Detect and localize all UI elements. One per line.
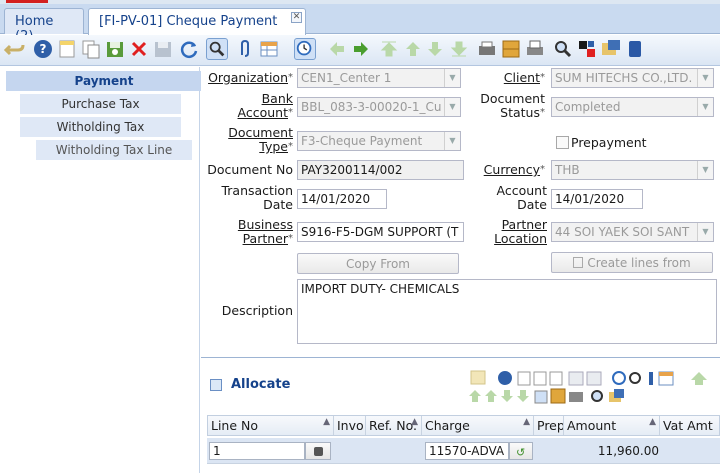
line-no-input[interactable]: 1 (209, 442, 305, 460)
account-date-field[interactable]: 14/01/2020 (551, 189, 643, 209)
tab-cheque-payment[interactable]: [FI-PV-01] Cheque Payment ✕ (88, 8, 306, 35)
document-status-field[interactable]: Completed ▼ (551, 97, 714, 117)
document-type-field[interactable]: F3-Cheque Payment ▼ (297, 131, 461, 151)
transaction-date-field[interactable]: 14/01/2020 (297, 189, 387, 209)
column-header-line-no[interactable]: Line No ▲ (208, 416, 334, 435)
organization-label: Organization* (208, 70, 293, 85)
help-icon[interactable]: ? (32, 38, 54, 60)
nav-item-payment[interactable]: Payment (6, 71, 202, 91)
allocate-title: Allocate (231, 377, 291, 392)
document-no-label: Document No (207, 162, 293, 177)
prepayment-label: Prepayment (571, 135, 647, 150)
business-partner-label: Business Partner* (237, 217, 293, 246)
nav-item-witholding-tax[interactable]: Witholding Tax (20, 117, 181, 137)
bank-account-field[interactable]: BBL_083-3-00020-1_Cu ▼ (297, 97, 461, 117)
currency-label: Currency* (483, 162, 545, 177)
tab-bar: Home (2) [FI-PV-01] Cheque Payment ✕ (0, 4, 720, 44)
currency-field[interactable]: THB ▼ (551, 160, 714, 180)
close-icon[interactable]: ✕ (291, 12, 302, 23)
chevron-down-icon[interactable]: ▼ (697, 98, 713, 116)
archive-icon[interactable] (500, 38, 522, 60)
allocate-grid-header: Line No ▲ Invo Ref. No. ▲ Charge ▲ Prep Amo… (207, 415, 720, 436)
tab-navigation: Payment Purchase Tax Witholding Tax With… (0, 67, 202, 473)
request-icon[interactable] (576, 38, 598, 60)
parent-record-icon[interactable] (402, 38, 424, 60)
amount-cell: 11,960.00 (597, 444, 659, 458)
create-lines-from-button[interactable]: Create lines from (551, 252, 713, 273)
report-icon[interactable] (476, 38, 498, 60)
document-icon (573, 257, 584, 268)
business-partner-field[interactable]: S916-F5-DGM SUPPORT (T (297, 222, 464, 242)
nav-item-witholding-tax-line[interactable]: Witholding Tax Line (36, 140, 192, 160)
save-icon[interactable] (152, 38, 174, 60)
client-label: Client* (503, 70, 545, 85)
delete-icon[interactable] (128, 38, 150, 60)
chevron-down-icon[interactable]: ▼ (444, 98, 460, 116)
new-icon[interactable] (56, 38, 78, 60)
nav-item-purchase-tax[interactable]: Purchase Tax (20, 94, 181, 114)
save-new-icon[interactable] (104, 38, 126, 60)
product-info-icon[interactable] (624, 38, 646, 60)
table-row[interactable]: 1 11570-ADVA ↺ 11,960.00 (207, 438, 720, 464)
workflow-icon[interactable] (600, 38, 622, 60)
charge-action-icon[interactable]: ↺ (509, 442, 533, 460)
next-record-icon[interactable] (350, 38, 372, 60)
svg-text:?: ? (40, 42, 47, 56)
chevron-down-icon[interactable]: ▼ (697, 223, 713, 241)
organization-field[interactable]: CEN1_Center 1 ▼ (297, 68, 461, 88)
collapse-icon[interactable] (210, 379, 222, 391)
document-status-label: Document Status* (480, 91, 545, 120)
attachment-icon[interactable] (234, 38, 256, 60)
brand-logo (6, 0, 48, 3)
description-field[interactable]: IMPORT DUTY- CHEMICALS (297, 279, 717, 344)
toolbar: ? (0, 35, 720, 66)
prev-record-icon[interactable] (326, 38, 348, 60)
find-icon[interactable] (206, 38, 228, 60)
detail-record-icon[interactable] (424, 38, 446, 60)
history-icon[interactable] (294, 38, 316, 60)
undo-icon[interactable] (4, 38, 26, 60)
column-header-vat-amt[interactable]: Vat Amt (660, 416, 720, 435)
chevron-down-icon[interactable]: ▼ (697, 161, 713, 179)
account-date-label: Account Date (496, 183, 547, 212)
allocate-panel: Allocate Line No ▲ Invo Ref. No. ▲ Charge ▲… (201, 357, 720, 473)
prepayment-checkbox[interactable] (556, 136, 569, 149)
column-header-ref-no[interactable]: Ref. No. ▲ (366, 416, 422, 435)
column-header-charge[interactable]: Charge ▲ (422, 416, 534, 435)
tab-home[interactable]: Home (2) (4, 8, 84, 44)
tab-cheque-payment-label: [FI-PV-01] Cheque Payment (99, 14, 278, 29)
charge-input[interactable]: 11570-ADVA (425, 442, 509, 460)
zoom-icon[interactable] (552, 38, 574, 60)
last-record-icon[interactable] (448, 38, 470, 60)
document-type-label: Document Type* (228, 125, 293, 154)
description-label: Description (221, 303, 293, 318)
grid-toggle-icon[interactable] (258, 38, 280, 60)
copy-icon[interactable] (80, 38, 102, 60)
payment-form: Organization* CEN1_Center 1 ▼ Client* SUM… (201, 67, 720, 357)
first-record-icon[interactable] (378, 38, 400, 60)
transaction-date-label: Transaction Date (221, 183, 293, 212)
chevron-down-icon[interactable]: ▼ (697, 69, 713, 87)
chevron-down-icon[interactable]: ▼ (444, 132, 460, 150)
allocate-toolbar (469, 370, 707, 404)
partner-location-label: Partner Location (494, 217, 547, 246)
column-header-invoice[interactable]: Invo (334, 416, 366, 435)
lookup-icon[interactable] (305, 442, 331, 460)
chevron-down-icon[interactable]: ▼ (444, 69, 460, 87)
column-header-prepayment[interactable]: Prep (534, 416, 564, 435)
bank-account-label: Bank Account* (237, 91, 293, 120)
partner-location-field[interactable]: 44 SOI YAEK SOI SANT ▼ (551, 222, 714, 242)
document-no-field[interactable]: PAY3200114/002 (297, 160, 464, 180)
print-icon[interactable] (524, 38, 546, 60)
refresh-icon[interactable] (178, 38, 200, 60)
column-header-amount[interactable]: Amount ▲ (564, 416, 660, 435)
client-field[interactable]: SUM HITECHS CO.,LTD. ▼ (551, 68, 714, 88)
copy-from-button[interactable]: Copy From (297, 253, 459, 274)
